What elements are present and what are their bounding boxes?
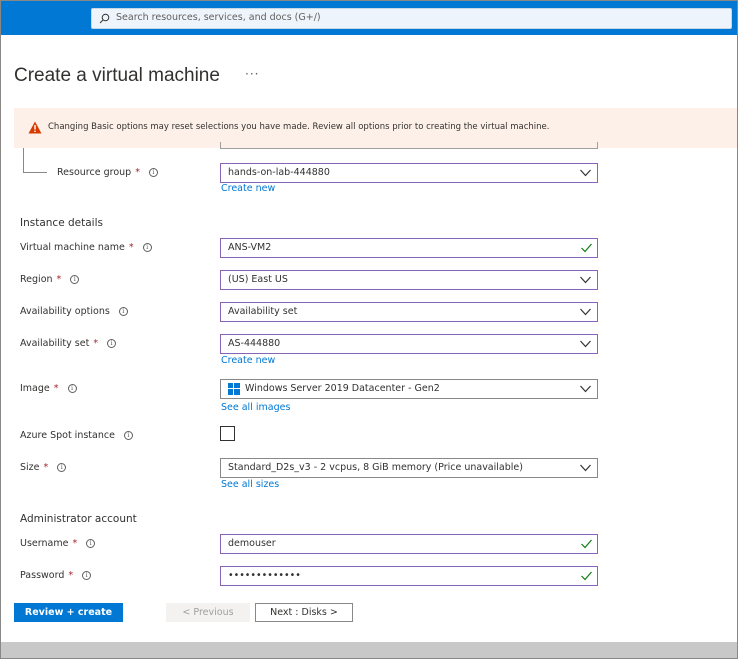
info-icon[interactable]: i xyxy=(82,571,92,580)
required-marker: * xyxy=(43,462,49,473)
vm-name-label-text: Virtual machine name xyxy=(20,242,125,253)
required-marker: * xyxy=(128,242,134,253)
required-marker: * xyxy=(56,274,62,285)
instance-details-heading: Instance details xyxy=(20,217,103,229)
chevron-down-icon xyxy=(580,464,591,472)
resource-group-value: hands-on-lab-444880 xyxy=(228,167,330,178)
search-placeholder: Search resources, services, and docs (G+… xyxy=(116,12,321,23)
info-icon[interactable]: i xyxy=(123,431,133,440)
image-label-text: Image xyxy=(20,383,50,394)
availability-options-label-text: Availability options xyxy=(20,306,110,317)
resource-group-label-text: Resource group xyxy=(57,167,132,178)
chevron-down-icon xyxy=(580,308,591,316)
next-disks-button[interactable]: Next : Disks > xyxy=(255,603,353,622)
page-title: Create a virtual machine xyxy=(14,65,220,86)
image-select[interactable]: Windows Server 2019 Datacenter - Gen2 xyxy=(220,379,598,399)
see-all-sizes-link[interactable]: See all sizes xyxy=(221,479,279,490)
availability-set-label: Availability set * i xyxy=(20,338,117,349)
resource-group-label: Resource group * i xyxy=(57,167,158,178)
username-label: Username * i xyxy=(20,538,96,549)
info-icon[interactable]: i xyxy=(118,307,128,316)
region-select[interactable]: (US) East US xyxy=(220,270,598,290)
checkmark-icon xyxy=(581,571,592,581)
administrator-account-heading: Administrator account xyxy=(20,513,137,525)
horizontal-scrollbar[interactable] xyxy=(1,642,737,658)
spot-instance-checkbox[interactable] xyxy=(220,426,235,441)
region-label-text: Region xyxy=(20,274,53,285)
create-new-availability-set-link[interactable]: Create new xyxy=(221,355,275,366)
warning-icon xyxy=(28,121,42,134)
password-label-text: Password xyxy=(20,570,65,581)
spot-instance-label: Azure Spot instance i xyxy=(20,430,133,441)
image-label: Image * i xyxy=(20,383,77,394)
image-value: Windows Server 2019 Datacenter - Gen2 xyxy=(245,383,440,394)
warning-text: Changing Basic options may reset selecti… xyxy=(48,122,550,132)
global-search-box[interactable]: Search resources, services, and docs (G+… xyxy=(91,8,732,29)
vm-name-input[interactable]: ANS-VM2 xyxy=(220,238,598,258)
size-select[interactable]: Standard_D2s_v3 - 2 vcpus, 8 GiB memory … xyxy=(220,458,598,478)
info-icon[interactable]: i xyxy=(67,384,77,393)
availability-set-value: AS-444880 xyxy=(228,338,281,349)
size-label: Size * i xyxy=(20,462,67,473)
required-marker: * xyxy=(72,538,78,549)
chevron-down-icon xyxy=(580,385,591,393)
info-icon[interactable]: i xyxy=(107,339,117,348)
checkmark-icon xyxy=(581,243,592,253)
info-icon[interactable]: i xyxy=(86,539,96,548)
review-create-button[interactable]: Review + create xyxy=(14,603,123,622)
checkmark-icon xyxy=(581,539,592,549)
size-value: Standard_D2s_v3 - 2 vcpus, 8 GiB memory … xyxy=(228,462,523,473)
password-input[interactable]: ••••••••••••• xyxy=(220,566,598,586)
availability-options-value: Availability set xyxy=(228,306,298,317)
vm-name-label: Virtual machine name * i xyxy=(20,242,152,253)
availability-set-select[interactable]: AS-444880 xyxy=(220,334,598,354)
password-label: Password * i xyxy=(20,570,92,581)
subscription-field-partial[interactable] xyxy=(220,142,598,149)
top-bar: Search resources, services, and docs (G+… xyxy=(1,1,737,35)
required-marker: * xyxy=(53,383,59,394)
region-label: Region * i xyxy=(20,274,80,285)
tree-connector xyxy=(23,148,24,172)
see-all-images-link[interactable]: See all images xyxy=(221,402,290,413)
spot-instance-label-text: Azure Spot instance xyxy=(20,430,115,441)
chevron-down-icon xyxy=(580,169,591,177)
username-label-text: Username xyxy=(20,538,69,549)
resource-group-select[interactable]: hands-on-lab-444880 xyxy=(220,163,598,183)
previous-button[interactable]: < Previous xyxy=(166,603,250,622)
size-label-text: Size xyxy=(20,462,40,473)
vm-name-value: ANS-VM2 xyxy=(228,242,272,253)
search-icon xyxy=(99,13,110,24)
tree-connector-horizontal xyxy=(23,172,47,173)
password-value: ••••••••••••• xyxy=(228,570,301,581)
required-marker: * xyxy=(93,338,99,349)
username-value: demouser xyxy=(228,538,276,549)
info-icon[interactable]: i xyxy=(142,243,152,252)
create-new-resource-group-link[interactable]: Create new xyxy=(221,183,275,194)
info-icon[interactable]: i xyxy=(70,275,80,284)
windows-icon xyxy=(228,383,240,395)
more-options-button[interactable]: ··· xyxy=(245,67,259,81)
required-marker: * xyxy=(68,570,74,581)
chevron-down-icon xyxy=(580,340,591,348)
required-marker: * xyxy=(135,167,140,178)
app-window: Search resources, services, and docs (G+… xyxy=(0,0,738,659)
chevron-down-icon xyxy=(580,276,591,284)
info-icon[interactable]: i xyxy=(148,168,158,177)
availability-options-label: Availability options i xyxy=(20,306,128,317)
username-input[interactable]: demouser xyxy=(220,534,598,554)
info-icon[interactable]: i xyxy=(57,463,67,472)
region-value: (US) East US xyxy=(228,274,288,285)
availability-options-select[interactable]: Availability set xyxy=(220,302,598,322)
availability-set-label-text: Availability set xyxy=(20,338,90,349)
